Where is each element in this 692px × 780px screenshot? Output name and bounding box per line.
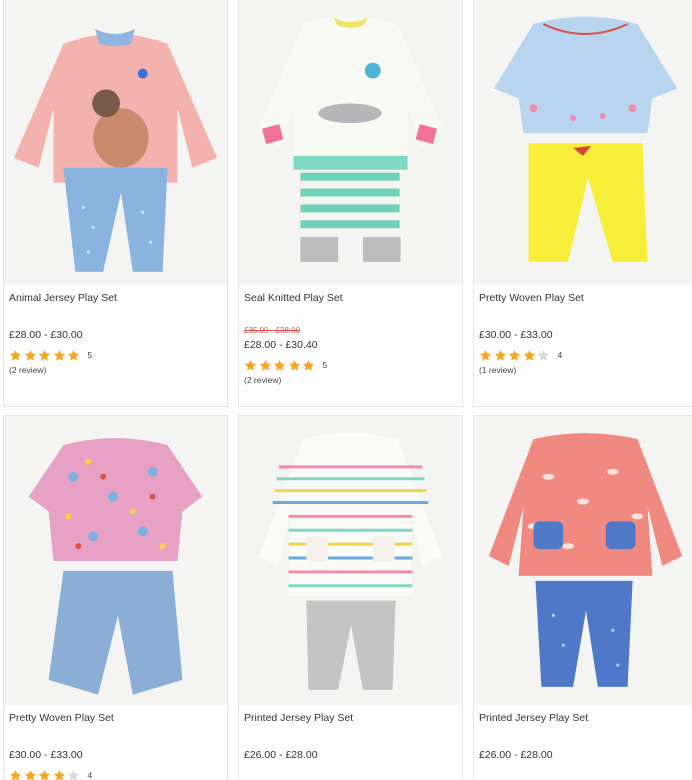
star-filled-icon — [508, 349, 521, 361]
star-filled-icon — [479, 349, 492, 361]
product-image[interactable] — [239, 416, 462, 705]
product-price: £26.00 - £28.00 — [479, 749, 553, 761]
product-card[interactable]: Pretty Woven Play Set £30.00 - £33.00 4 … — [473, 0, 692, 407]
star-empty-icon — [67, 769, 80, 780]
review-count-link[interactable]: (2 review) — [9, 364, 222, 376]
product-grid: Animal Jersey Play Set £28.00 - £30.00 5… — [0, 0, 692, 780]
rating-count: 4 — [87, 770, 93, 780]
star-filled-icon — [494, 349, 506, 361]
product-name[interactable]: Pretty Woven Play Set — [9, 711, 222, 725]
star-filled-icon — [38, 349, 51, 361]
product-name[interactable]: Pretty Woven Play Set — [479, 291, 692, 305]
star-filled-icon — [244, 359, 257, 371]
star-filled-icon — [9, 769, 22, 780]
product-card[interactable]: Animal Jersey Play Set £28.00 - £30.00 5… — [3, 0, 228, 407]
star-rating: 4 — [479, 347, 692, 363]
star-filled-icon — [24, 769, 36, 780]
product-name[interactable]: Seal Knitted Play Set — [244, 291, 457, 305]
star-filled-icon — [9, 349, 22, 361]
review-count-link[interactable]: (2 review) — [244, 374, 457, 386]
product-card[interactable]: Printed Jersey Play Set £26.00 - £28.00 — [473, 415, 692, 780]
product-price: £30.00 - £33.00 — [479, 329, 553, 341]
star-filled-icon — [38, 769, 51, 780]
product-card[interactable]: Seal Knitted Play Set £35.00 - £38.00 £2… — [238, 0, 463, 407]
product-image[interactable] — [474, 416, 692, 705]
product-card[interactable]: Pretty Woven Play Set £30.00 - £33.00 4 — [3, 415, 228, 780]
star-filled-icon — [523, 349, 535, 361]
star-rating: 5 — [9, 347, 222, 363]
rating-count: 5 — [322, 360, 328, 370]
star-filled-icon — [302, 359, 315, 371]
review-count-link[interactable]: (1 review) — [479, 364, 692, 376]
product-price: £26.00 - £28.00 — [244, 749, 318, 761]
rating-count: 5 — [87, 350, 93, 360]
star-filled-icon — [288, 359, 300, 371]
star-rating: 4 — [9, 767, 222, 780]
star-rating: 5 — [244, 357, 457, 373]
product-image[interactable] — [4, 0, 227, 285]
product-card[interactable]: Printed Jersey Play Set £26.00 - £28.00 — [238, 415, 463, 780]
star-filled-icon — [24, 349, 36, 361]
star-filled-icon — [259, 359, 271, 371]
star-filled-icon — [273, 359, 286, 371]
product-price: £28.00 - £30.40 — [244, 339, 318, 351]
was-price: £35.00 - £38.00 — [244, 326, 301, 335]
star-empty-icon — [537, 349, 550, 361]
rating-count: 4 — [557, 350, 563, 360]
product-price: £30.00 - £33.00 — [9, 749, 83, 761]
product-price: £28.00 - £30.00 — [9, 329, 83, 341]
star-filled-icon — [53, 769, 65, 780]
star-filled-icon — [67, 349, 80, 361]
product-name[interactable]: Printed Jersey Play Set — [244, 711, 457, 725]
product-image[interactable] — [239, 0, 462, 285]
product-name[interactable]: Printed Jersey Play Set — [479, 711, 692, 725]
star-filled-icon — [53, 349, 65, 361]
product-name[interactable]: Animal Jersey Play Set — [9, 291, 222, 305]
product-image[interactable] — [474, 0, 692, 285]
product-image[interactable] — [4, 416, 227, 705]
